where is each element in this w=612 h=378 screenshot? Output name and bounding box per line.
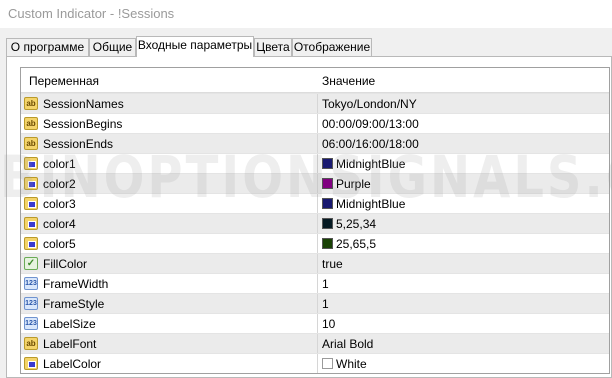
column-divider <box>317 294 318 313</box>
parameter-value[interactable]: 10 <box>322 317 335 331</box>
parameter-row[interactable]: 123 FrameStyle 1 <box>21 293 609 313</box>
color-icon <box>24 217 38 230</box>
header-variable[interactable]: Переменная <box>29 74 99 88</box>
window-title: Custom Indicator - !Sessions <box>0 0 612 28</box>
grid-rows: ab SessionNames Tokyo/London/NY ab SessionBe… <box>21 93 609 373</box>
column-divider <box>317 234 318 253</box>
color-swatch <box>322 178 333 189</box>
parameter-value[interactable]: 25,65,5 <box>336 237 376 251</box>
parameter-row[interactable]: ab SessionEnds 06:00/16:00/18:00 <box>21 133 609 153</box>
tab-common[interactable]: Общие <box>89 38 136 56</box>
column-divider <box>317 154 318 173</box>
string-icon: ab <box>24 337 38 350</box>
parameter-name: LabelSize <box>43 317 96 331</box>
color-swatch <box>322 358 333 369</box>
integer-icon: 123 <box>24 297 38 310</box>
parameter-value[interactable]: 1 <box>322 277 329 291</box>
column-divider <box>317 214 318 233</box>
string-icon: ab <box>24 137 38 150</box>
parameter-row[interactable]: color5 25,65,5 <box>21 233 609 253</box>
parameter-name: FrameWidth <box>43 277 109 291</box>
color-icon <box>24 237 38 250</box>
parameter-row[interactable]: 123 LabelSize 10 <box>21 313 609 333</box>
column-divider <box>317 254 318 273</box>
parameter-value[interactable]: White <box>336 357 367 371</box>
bool-icon: ✓ <box>24 257 38 270</box>
integer-icon: 123 <box>24 277 38 290</box>
parameter-name: color2 <box>43 177 76 191</box>
parameter-row[interactable]: ab LabelFont Arial Bold <box>21 333 609 353</box>
integer-icon: 123 <box>24 317 38 330</box>
parameter-row[interactable]: color4 5,25,34 <box>21 213 609 233</box>
color-swatch <box>322 198 333 209</box>
parameter-name: color5 <box>43 237 76 251</box>
parameter-row[interactable]: color2 Purple <box>21 173 609 193</box>
string-icon: ab <box>24 97 38 110</box>
parameter-name: color3 <box>43 197 76 211</box>
parameter-name: FrameStyle <box>43 297 105 311</box>
parameter-value[interactable]: 00:00/09:00/13:00 <box>322 117 419 131</box>
color-swatch <box>322 158 333 169</box>
color-icon <box>24 177 38 190</box>
parameter-value[interactable]: Arial Bold <box>322 337 373 351</box>
parameter-row[interactable]: ✓ FillColor true <box>21 253 609 273</box>
column-divider <box>317 174 318 193</box>
column-divider <box>317 274 318 293</box>
parameter-name: SessionNames <box>43 97 124 111</box>
parameter-name: SessionBegins <box>43 117 123 131</box>
parameter-name: color1 <box>43 157 76 171</box>
parameter-name: FillColor <box>43 257 88 271</box>
column-divider <box>317 354 318 373</box>
string-icon: ab <box>24 117 38 130</box>
parameter-value[interactable]: true <box>322 257 343 271</box>
parameter-value[interactable]: 5,25,34 <box>336 217 376 231</box>
column-divider <box>317 134 318 153</box>
color-icon <box>24 357 38 370</box>
parameter-value[interactable]: 1 <box>322 297 329 311</box>
parameter-name: SessionEnds <box>43 137 114 151</box>
column-divider <box>317 194 318 213</box>
header-value[interactable]: Значение <box>322 74 375 88</box>
parameter-name: LabelFont <box>43 337 97 351</box>
parameter-row[interactable]: ab SessionNames Tokyo/London/NY <box>21 93 609 113</box>
column-divider <box>317 94 318 113</box>
tab-panel: Переменная Значение ab SessionNames Tokyo/… <box>6 56 612 378</box>
parameter-name: LabelColor <box>43 357 102 371</box>
color-swatch <box>322 218 333 229</box>
grid-header: Переменная Значение <box>21 68 609 93</box>
parameter-row[interactable]: ab SessionBegins 00:00/09:00/13:00 <box>21 113 609 133</box>
parameter-value[interactable]: MidnightBlue <box>336 157 405 171</box>
parameter-name: color4 <box>43 217 76 231</box>
parameter-row[interactable]: 123 FrameWidth 1 <box>21 273 609 293</box>
parameter-row[interactable]: color1 MidnightBlue <box>21 153 609 173</box>
tab-about[interactable]: О программе <box>6 38 89 56</box>
parameter-row[interactable]: color3 MidnightBlue <box>21 193 609 213</box>
column-divider <box>317 114 318 133</box>
color-icon <box>24 157 38 170</box>
parameter-value[interactable]: 06:00/16:00/18:00 <box>322 137 419 151</box>
parameter-row[interactable]: LabelColor White <box>21 353 609 373</box>
parameter-value[interactable]: Tokyo/London/NY <box>322 97 417 111</box>
tab-visualization[interactable]: Отображение <box>292 38 372 56</box>
tab-input-parameters[interactable]: Входные параметры <box>136 36 254 57</box>
color-icon <box>24 197 38 210</box>
color-swatch <box>322 238 333 249</box>
column-divider <box>317 314 318 333</box>
parameter-value[interactable]: MidnightBlue <box>336 197 405 211</box>
tab-colors[interactable]: Цвета <box>254 38 292 56</box>
parameters-grid: Переменная Значение ab SessionNames Tokyo/… <box>20 67 610 374</box>
parameter-value[interactable]: Purple <box>336 177 371 191</box>
column-divider <box>317 334 318 353</box>
